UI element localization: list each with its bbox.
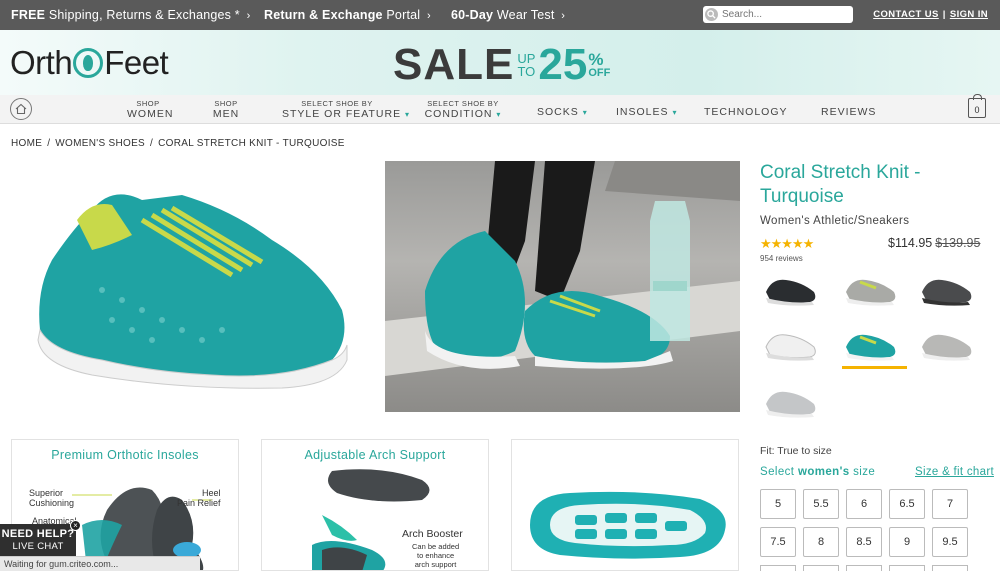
size-option[interactable]: 8.5 bbox=[846, 527, 882, 557]
size-option[interactable]: 8 bbox=[803, 527, 839, 557]
size-fit-chart-link[interactable]: Size & fit chart bbox=[915, 466, 994, 478]
size-option[interactable]: 5 bbox=[760, 489, 796, 519]
nav-condition[interactable]: SELECT SHOE BY CONDITION ▾ bbox=[424, 95, 502, 121]
breadcrumb-womens-shoes[interactable]: WOMEN'S SHOES bbox=[55, 138, 145, 149]
return-exchange-portal-link[interactable]: Return & Exchange Portal › bbox=[264, 8, 431, 22]
live-chat-widget[interactable]: NEED HELP? LIVE CHAT × bbox=[0, 520, 81, 556]
card-title: Adjustable Arch Support bbox=[304, 448, 446, 462]
nav-insoles[interactable]: INSOLES ▾ bbox=[616, 95, 678, 119]
home-icon[interactable] bbox=[10, 98, 32, 120]
size-option[interactable]: 5.5 bbox=[803, 489, 839, 519]
label-heel-pain-relief: Heel Pain Relief bbox=[177, 488, 221, 508]
main-product-image[interactable] bbox=[32, 180, 352, 390]
search-input[interactable] bbox=[722, 9, 842, 20]
swatch-gray-lime[interactable] bbox=[842, 270, 900, 308]
swatch-white[interactable] bbox=[762, 325, 820, 363]
swatch-silver[interactable] bbox=[762, 382, 820, 420]
lifestyle-product-image[interactable] bbox=[385, 161, 740, 412]
rating-stars[interactable]: ★★★★★ bbox=[760, 236, 814, 252]
size-option[interactable]: 7 bbox=[932, 489, 968, 519]
footprint-logo-icon bbox=[73, 48, 104, 78]
chevron-right-icon: › bbox=[561, 10, 566, 22]
breadcrumb: HOME / WOMEN'S SHOES / CORAL STRETCH KNIT - … bbox=[11, 138, 345, 149]
close-icon[interactable]: × bbox=[70, 520, 81, 531]
fit-note: Fit: True to size bbox=[760, 445, 832, 457]
account-links: CONTACT US | SIGN IN bbox=[873, 9, 988, 20]
product-category: Women's Athletic/Sneakers bbox=[760, 215, 910, 227]
swatch-turquoise-selected[interactable] bbox=[842, 325, 900, 363]
selected-swatch-indicator bbox=[842, 366, 907, 369]
main-nav: SHOP WOMEN SHOP MEN SELECT SHOE BY STYLE OR… bbox=[0, 94, 1000, 124]
chevron-down-icon: ▾ bbox=[582, 108, 588, 117]
nav-technology[interactable]: TECHNOLOGY bbox=[704, 95, 787, 118]
contact-us-link[interactable]: CONTACT US bbox=[873, 9, 939, 20]
size-option[interactable]: 6 bbox=[846, 489, 882, 519]
feature-card-outsole[interactable] bbox=[511, 439, 739, 571]
free-shipping-promo[interactable]: FREE Shipping, Returns & Exchanges * › bbox=[11, 8, 250, 22]
sale-banner[interactable]: SALE UP TO 25 % OFF bbox=[393, 40, 610, 90]
size-row-partial bbox=[760, 565, 972, 571]
feature-card-arch-support[interactable]: Adjustable Arch Support Arch Booster Can… bbox=[261, 439, 489, 571]
card-title: Premium Orthotic Insoles bbox=[51, 448, 199, 462]
nav-shop-men[interactable]: SHOP MEN bbox=[209, 95, 243, 120]
shopping-bag-icon[interactable]: 0 bbox=[968, 94, 986, 118]
swatch-charcoal[interactable] bbox=[918, 270, 976, 308]
size-option[interactable]: 6.5 bbox=[889, 489, 925, 519]
product-price: $114.95 $139.95 bbox=[888, 236, 980, 250]
promo-bar: FREE Shipping, Returns & Exchanges * › R… bbox=[0, 0, 1000, 30]
nav-reviews[interactable]: REVIEWS bbox=[821, 95, 875, 118]
chevron-down-icon: ▾ bbox=[672, 108, 678, 117]
chat-subtitle: LIVE CHAT bbox=[12, 541, 64, 552]
product-title: Coral Stretch Knit - Turquoise bbox=[760, 162, 921, 207]
label-arch-booster-desc: Can be added to enhance arch support bbox=[412, 542, 460, 569]
select-size-label: Select women's size bbox=[760, 466, 876, 478]
size-option[interactable]: 9.5 bbox=[932, 527, 968, 557]
chevron-right-icon: › bbox=[426, 10, 431, 22]
browser-status-bar: Waiting for gum.criteo.com... bbox=[0, 556, 200, 571]
size-option[interactable]: 7.5 bbox=[760, 527, 796, 557]
swatch-light-gray[interactable] bbox=[918, 325, 976, 363]
swatch-black[interactable] bbox=[762, 270, 820, 308]
breadcrumb-current: CORAL STRETCH KNIT - TURQUOISE bbox=[158, 138, 345, 149]
cart-count: 0 bbox=[974, 105, 980, 115]
chevron-down-icon: ▾ bbox=[496, 110, 502, 119]
size-option[interactable]: 9 bbox=[889, 527, 925, 557]
chat-title: NEED HELP? bbox=[1, 528, 75, 540]
chevron-right-icon: › bbox=[246, 10, 251, 22]
original-price: $139.95 bbox=[935, 236, 981, 250]
sale-price: $114.95 bbox=[888, 236, 933, 250]
nav-shop-women[interactable]: SHOP WOMEN bbox=[127, 95, 172, 120]
review-count[interactable]: 954 reviews bbox=[760, 254, 803, 263]
breadcrumb-home[interactable]: HOME bbox=[11, 138, 42, 149]
orthofeet-logo[interactable]: Orth Feet bbox=[10, 44, 169, 82]
chevron-down-icon: ▾ bbox=[405, 110, 411, 119]
nav-style-or-feature[interactable]: SELECT SHOE BY STYLE OR FEATURE ▾ bbox=[282, 95, 409, 121]
wear-test-link[interactable]: 60-Day Wear Test › bbox=[451, 8, 565, 22]
label-arch-booster: Arch Booster bbox=[402, 528, 463, 540]
sign-in-link[interactable]: SIGN IN bbox=[950, 9, 988, 20]
search-icon[interactable] bbox=[705, 8, 718, 21]
nav-socks[interactable]: SOCKS ▾ bbox=[537, 95, 588, 119]
search-box[interactable] bbox=[703, 6, 853, 23]
label-superior-cushioning: Superior Cushioning bbox=[29, 488, 75, 508]
header-banner: Orth Feet SALE UP TO 25 % OFF bbox=[0, 30, 1000, 95]
